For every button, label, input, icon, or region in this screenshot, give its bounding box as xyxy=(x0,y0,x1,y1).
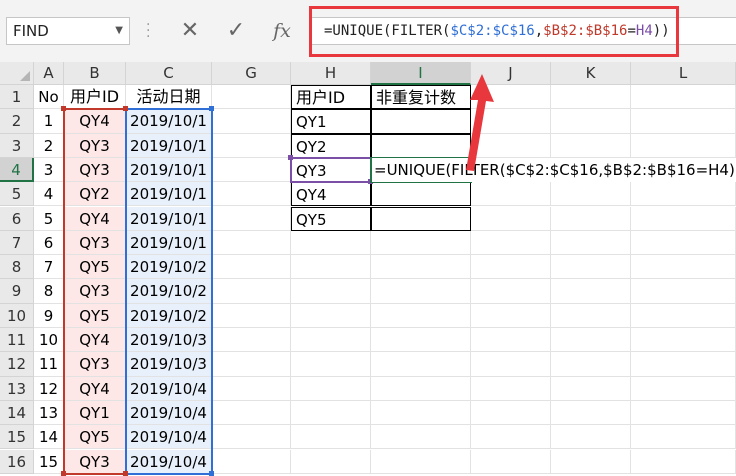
annotation-arrow-icon xyxy=(466,74,494,171)
